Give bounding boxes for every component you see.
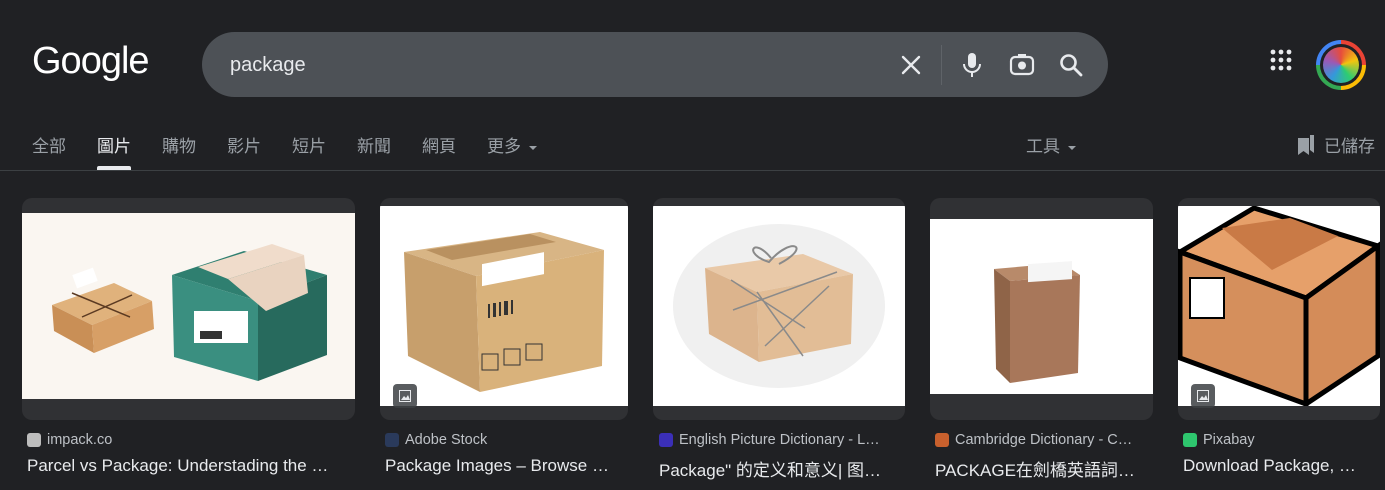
image-result-3[interactable]: [653, 198, 905, 420]
result-thumbnail: [930, 219, 1153, 394]
result-meta-1: impack.co Parcel vs Package: Understadin…: [27, 432, 355, 476]
tools-label: 工具: [1026, 137, 1060, 156]
tab-web[interactable]: 網頁: [422, 132, 456, 157]
site-favicon: [385, 433, 399, 447]
result-meta-2: Adobe Stock Package Images – Browse …: [385, 432, 628, 476]
result-source[interactable]: Cambridge Dictionary - C…: [955, 432, 1132, 448]
result-thumbnail: [22, 213, 355, 399]
result-thumbnail: [380, 206, 628, 406]
search-icon[interactable]: [1055, 49, 1087, 81]
result-meta-4: Cambridge Dictionary - C… PACKAGE在劍橋英語詞…: [935, 432, 1153, 481]
search-tabs: 全部 圖片 購物 影片 短片 新聞 網頁 更多 工具: [0, 128, 1385, 170]
image-result-5[interactable]: [1178, 198, 1380, 420]
clear-icon[interactable]: [895, 49, 927, 81]
account-avatar[interactable]: [1316, 40, 1366, 90]
tab-videos[interactable]: 影片: [227, 132, 261, 157]
saved-label: 已儲存: [1324, 137, 1375, 156]
site-favicon: [935, 433, 949, 447]
result-meta-3: English Picture Dictionary - L… Package"…: [659, 432, 905, 481]
result-title[interactable]: PACKAGE在劍橋英語詞…: [935, 456, 1153, 481]
result-thumbnail: [1178, 205, 1380, 409]
tools-button[interactable]: 工具: [1026, 132, 1076, 157]
saved-button[interactable]: 已儲存: [1296, 132, 1375, 157]
result-title[interactable]: Download Package, …: [1183, 456, 1380, 476]
image-result-1[interactable]: [22, 198, 355, 420]
tab-shopping[interactable]: 購物: [162, 132, 196, 157]
result-thumbnail: [653, 206, 905, 406]
result-source[interactable]: impack.co: [47, 432, 112, 448]
image-result-2[interactable]: [380, 198, 628, 420]
lens-camera-icon[interactable]: [1006, 49, 1038, 81]
search-divider: [941, 45, 942, 85]
search-bar: [202, 32, 1108, 99]
result-source[interactable]: English Picture Dictionary - L…: [679, 432, 880, 448]
site-favicon: [659, 433, 673, 447]
result-meta-5: Pixabay Download Package, …: [1183, 432, 1380, 476]
microphone-icon[interactable]: [956, 49, 988, 81]
tab-shorts[interactable]: 短片: [292, 132, 326, 157]
tab-images[interactable]: 圖片: [97, 132, 131, 170]
site-favicon: [1183, 433, 1197, 447]
image-result-4[interactable]: [930, 198, 1153, 420]
search-input[interactable]: [228, 32, 872, 99]
tab-all[interactable]: 全部: [32, 132, 66, 157]
result-source[interactable]: Adobe Stock: [405, 432, 487, 448]
bookmark-icon: [1298, 134, 1314, 155]
chevron-down-icon: [1068, 145, 1076, 150]
site-favicon: [27, 433, 41, 447]
result-title[interactable]: Package Images – Browse …: [385, 456, 628, 476]
result-title[interactable]: Parcel vs Package: Understading the …: [27, 456, 355, 476]
image-badge-icon: [393, 384, 417, 408]
image-badge-icon: [1191, 384, 1215, 408]
result-source[interactable]: Pixabay: [1203, 432, 1255, 448]
google-logo[interactable]: Google: [32, 40, 150, 83]
header-divider: [0, 170, 1385, 171]
tab-more-label: 更多: [487, 137, 521, 156]
apps-grid-icon[interactable]: [1270, 49, 1302, 81]
tab-news[interactable]: 新聞: [357, 132, 391, 157]
result-title[interactable]: Package" 的定义和意义| 图…: [659, 456, 905, 481]
chevron-down-icon: [529, 145, 537, 150]
tab-images-label: 圖片: [97, 137, 131, 156]
tab-more[interactable]: 更多: [487, 132, 537, 157]
